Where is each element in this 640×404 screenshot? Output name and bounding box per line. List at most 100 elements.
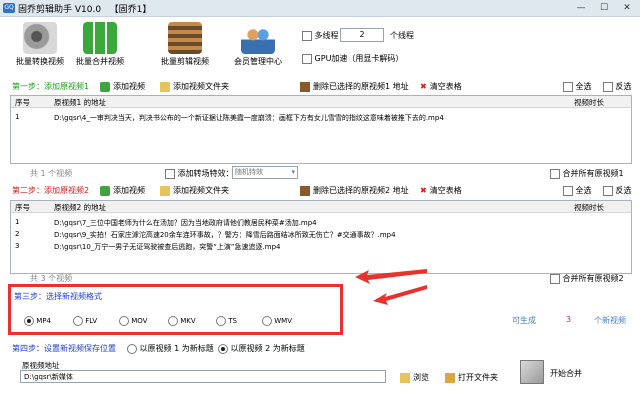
step2-add-folder-button[interactable]: 添加视频文件夹 — [160, 185, 229, 196]
convert-video-button[interactable]: 批量转换视频 — [10, 22, 70, 67]
window-title: 固乔剪辑助手 V10.0 【固乔1】 — [18, 5, 152, 15]
step2-select-all[interactable]: 全选 — [563, 185, 592, 196]
convert-video-label: 批量转换视频 — [16, 57, 64, 66]
format-radio[interactable] — [168, 316, 178, 326]
red-arrows-annotation — [355, 269, 427, 305]
step1-invert-check[interactable] — [603, 81, 613, 92]
folder-icon — [160, 185, 170, 196]
format-radio[interactable] — [119, 316, 129, 326]
step1-select-all-check[interactable] — [563, 81, 573, 92]
title-option-1-radio[interactable] — [127, 343, 137, 354]
col-index: 序号 — [15, 203, 30, 212]
step2-remove-button[interactable]: 删除已选择的原视频2 地址 — [300, 185, 409, 196]
step2-add-video-button[interactable]: 添加视频 — [100, 185, 145, 196]
step1-invert[interactable]: 反选 — [603, 81, 632, 92]
format-option-flv[interactable]: FLV — [73, 316, 97, 326]
step2-table[interactable]: 序号 原视频2 的地址 视频时长 1 D:\gqsr\7_三位中国老师为什么在汤… — [10, 200, 632, 274]
title-option-2-label: 以原视频 2 为新标题 — [230, 344, 305, 353]
step2-table-header: 序号 原视频2 的地址 视频时长 — [11, 201, 631, 213]
row-index: 1 — [15, 113, 20, 121]
browse-button[interactable]: 浏览 — [400, 372, 429, 383]
merge-all-1-check[interactable] — [550, 168, 560, 179]
multithread-checkbox[interactable]: 多线程 — [302, 30, 339, 41]
step1-add-video-button[interactable]: 添加视频 — [100, 81, 145, 92]
minimize-icon[interactable]: — — [570, 0, 592, 16]
step2-invert-check[interactable] — [603, 185, 613, 196]
merge-all-2-check[interactable] — [550, 273, 560, 284]
merge-all-1-label: 合并所有原视频1 — [562, 169, 624, 178]
member-center-button[interactable]: 会员管理中心 — [228, 22, 288, 67]
thread-unit-label: 个线程 — [390, 31, 414, 40]
table-row[interactable]: 1 — [15, 113, 19, 121]
col-path: 原视频1 的地址 — [54, 98, 107, 107]
format-radio[interactable] — [216, 316, 226, 326]
format-option-wmv[interactable]: WMV — [262, 316, 292, 326]
merge-video-button[interactable]: 批量合并视频 — [70, 22, 130, 67]
edit-video-button[interactable]: 批量剪辑视频 — [155, 22, 215, 67]
format-radio[interactable] — [73, 316, 83, 326]
add-video-icon — [100, 81, 110, 92]
table-row[interactable]: D:\gqsr\10_万宁一男子无证驾驶被查后逃跑，突警“上演”急速追逐.mp4 — [54, 242, 564, 252]
gpu-check[interactable] — [302, 53, 312, 64]
step2-select-all-label: 全选 — [575, 186, 592, 195]
step4-title-text: 第四步：设置新视频保存位置 — [12, 344, 116, 353]
step2-select-all-check[interactable] — [563, 185, 573, 196]
col-duration: 视频时长 — [574, 203, 604, 212]
format-radio[interactable] — [24, 316, 34, 326]
step1-add-folder-button[interactable]: 添加视频文件夹 — [160, 81, 229, 92]
chevron-down-icon: ▾ — [291, 168, 295, 176]
row-index: 3 — [15, 242, 20, 250]
format-option-mkv[interactable]: MKV — [168, 316, 196, 326]
film-reel-icon — [23, 22, 57, 54]
merge-all-1-checkbox[interactable]: 合并所有原视频1 — [550, 168, 624, 179]
multithread-check[interactable] — [302, 30, 312, 41]
transition-check[interactable] — [165, 168, 175, 179]
table-row[interactable]: D:\gqsr\7_三位中国老师为什么在汤加？因为当地政府请他们教居民种菜#汤加… — [54, 218, 564, 228]
grid-merge-icon — [83, 22, 117, 54]
merge-all-2-checkbox[interactable]: 合并所有原视频2 — [550, 273, 624, 284]
format-option-mp4[interactable]: MP4 — [24, 316, 51, 326]
step2-clear-label: 清空表格 — [429, 186, 462, 195]
transition-checkbox[interactable]: 添加转场特效： — [165, 168, 234, 179]
step1-table[interactable]: 序号 原视频1 的地址 视频时长 1 D:\gqsr\4_一审判决当天，判决书公… — [10, 95, 632, 164]
open-folder-button[interactable]: 打开文件夹 — [445, 372, 498, 383]
step1-clear-button[interactable]: ✖ 清空表格 — [420, 81, 462, 92]
step2-invert[interactable]: 反选 — [603, 185, 632, 196]
multithread-label: 多线程 — [314, 31, 339, 40]
app-icon: GQ — [3, 3, 15, 13]
step2-clear-button[interactable]: ✖ 清空表格 — [420, 185, 462, 196]
thread-count-input[interactable]: 2 — [340, 28, 384, 42]
save-path-input[interactable]: D:\gqsr\新媒体 — [20, 370, 386, 383]
title-option-2[interactable]: 以原视频 2 为新标题 — [218, 343, 305, 354]
col-index: 序号 — [15, 98, 30, 107]
format-label: FLV — [85, 317, 98, 325]
can-generate-label: 可生成 — [512, 316, 536, 325]
browse-label: 浏览 — [413, 373, 429, 382]
format-radio[interactable] — [262, 316, 272, 326]
table-row[interactable]: D:\gqsr\9_实拍！石家庄滹沱高速20余车连环事故，？警方：降雪后路面结冰… — [54, 230, 564, 240]
merge-all-2-label: 合并所有原视频2 — [562, 274, 624, 283]
arrow-lower-icon — [373, 285, 427, 305]
close-icon[interactable]: ✕ — [616, 0, 638, 16]
clear-x-icon: ✖ — [420, 186, 427, 195]
step2-title: 第二步：添加原视频2 — [12, 185, 89, 196]
title-option-2-radio[interactable] — [218, 343, 228, 354]
step3-title: 第三步：选择新视频格式 — [14, 291, 102, 302]
step1-select-all-label: 全选 — [575, 82, 592, 91]
step2-count: 共 3 个视频 — [30, 274, 73, 283]
row-path: D:\gqsr\4_一审判决当天，判决书公布的一个新证据让陈美霞一度崩溃：画框下… — [54, 114, 444, 122]
gpu-checkbox[interactable]: GPU加速（用显卡解码） — [302, 53, 403, 64]
folder-icon — [160, 81, 170, 92]
format-option-mov[interactable]: MOV — [119, 316, 147, 326]
add-video-icon — [100, 185, 110, 196]
edit-video-label: 批量剪辑视频 — [161, 57, 209, 66]
start-merge-button[interactable]: 开始合并 — [520, 360, 620, 386]
maximize-icon[interactable]: ☐ — [593, 0, 615, 16]
format-option-ts[interactable]: TS — [216, 316, 237, 326]
format-label: MKV — [180, 317, 196, 325]
step1-remove-button[interactable]: 删除已选择的原视频1 地址 — [300, 81, 409, 92]
title-option-1[interactable]: 以原视频 1 为新标题 — [127, 343, 214, 354]
transition-select[interactable]: 随机特效 ▾ — [232, 166, 298, 179]
row-index: 1 — [15, 218, 20, 226]
step1-select-all[interactable]: 全选 — [563, 81, 592, 92]
